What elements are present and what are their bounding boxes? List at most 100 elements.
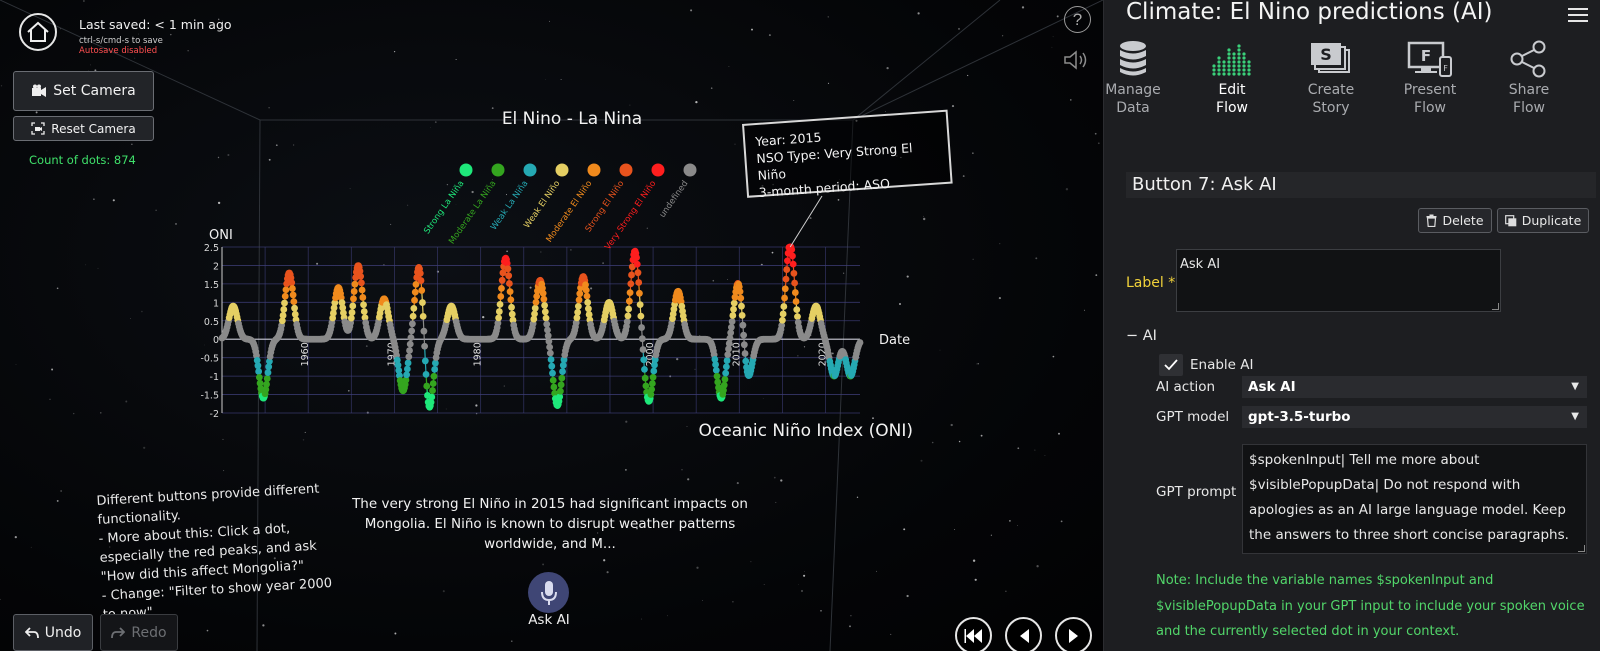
- oni-data-point[interactable]: [507, 296, 515, 304]
- oni-data-point[interactable]: [546, 343, 554, 351]
- oni-data-point[interactable]: [531, 304, 539, 312]
- oni-data-point[interactable]: [738, 302, 745, 310]
- oni-data-point[interactable]: [350, 288, 358, 295]
- oni-data-point[interactable]: [721, 375, 729, 383]
- oni-data-point[interactable]: [495, 308, 503, 315]
- legend-marker[interactable]: [491, 163, 505, 177]
- oni-data-point[interactable]: [429, 387, 436, 394]
- oni-data-point[interactable]: [781, 285, 789, 293]
- oni-data-point[interactable]: [411, 296, 418, 304]
- oni-data-point[interactable]: [289, 291, 297, 299]
- oni-data-point[interactable]: [742, 357, 750, 365]
- oni-data-point[interactable]: [417, 277, 425, 284]
- oni-data-point[interactable]: [575, 296, 583, 304]
- oni-data-point[interactable]: [532, 298, 540, 306]
- oni-data-point[interactable]: [548, 362, 556, 370]
- oni-data-point[interactable]: [740, 331, 748, 339]
- oni-data-point[interactable]: [739, 321, 747, 329]
- gpt-prompt-textarea[interactable]: $spokenInput| Tell me more about $visibl…: [1242, 444, 1587, 554]
- oni-data-point[interactable]: [411, 288, 419, 296]
- oni-data-point[interactable]: [635, 279, 643, 286]
- rewind-button[interactable]: [955, 617, 992, 651]
- oni-data-point[interactable]: [350, 295, 357, 303]
- oni-data-point[interactable]: [783, 266, 791, 273]
- oni-data-point[interactable]: [649, 373, 657, 381]
- manage-data-button[interactable]: Manage Data: [1088, 40, 1178, 117]
- oni-data-point[interactable]: [349, 302, 357, 310]
- resize-grip-icon[interactable]: [1578, 545, 1585, 552]
- oni-data-point[interactable]: [625, 297, 633, 305]
- oni-data-point[interactable]: [508, 303, 515, 311]
- oni-data-point[interactable]: [626, 289, 634, 297]
- oni-data-point[interactable]: [418, 287, 426, 294]
- oni-data-point[interactable]: [348, 309, 356, 316]
- oni-data-point[interactable]: [281, 292, 289, 300]
- 3d-viewport[interactable]: El Nino - La Nina 2.5 2 1.5 1 0.5 0 -0.5 -1 -1.5 -…: [0, 0, 1103, 651]
- oni-data-point[interactable]: [541, 308, 549, 316]
- oni-data-point[interactable]: [793, 306, 801, 314]
- oni-data-point[interactable]: [351, 280, 359, 288]
- oni-data-point[interactable]: [549, 376, 557, 384]
- oni-data-point[interactable]: [625, 305, 633, 313]
- oni-data-point[interactable]: [638, 335, 646, 343]
- oni-data-point[interactable]: [496, 300, 504, 308]
- oni-data-point[interactable]: [546, 349, 554, 357]
- gpt-model-select[interactable]: gpt-3.5-turbo ▼: [1242, 406, 1587, 428]
- oni-data-point[interactable]: [720, 381, 728, 389]
- oni-data-point[interactable]: [428, 393, 436, 401]
- create-story-button[interactable]: S Create Story: [1286, 40, 1376, 117]
- oni-data-point[interactable]: [784, 257, 791, 265]
- oni-data-point[interactable]: [574, 308, 582, 316]
- oni-data-point[interactable]: [288, 279, 296, 287]
- next-button[interactable]: [1055, 617, 1092, 651]
- delete-button[interactable]: Delete: [1418, 208, 1492, 233]
- oni-data-point[interactable]: [539, 289, 547, 297]
- oni-data-point[interactable]: [730, 299, 738, 307]
- legend-marker[interactable]: [555, 163, 569, 177]
- oni-data-point[interactable]: [430, 372, 438, 380]
- resize-grip-icon[interactable]: [1492, 303, 1499, 310]
- legend-marker[interactable]: [683, 163, 697, 177]
- oni-data-point[interactable]: [357, 279, 365, 287]
- legend-marker[interactable]: [523, 163, 537, 177]
- oni-data-point[interactable]: [633, 260, 641, 268]
- oni-data-point[interactable]: [740, 341, 748, 349]
- oni-data-point[interactable]: [279, 312, 287, 319]
- oni-data-point[interactable]: [583, 292, 591, 300]
- oni-data-point[interactable]: [638, 324, 645, 331]
- oni-data-point[interactable]: [712, 366, 720, 374]
- oni-data-point[interactable]: [409, 312, 417, 320]
- legend-marker[interactable]: [619, 163, 633, 177]
- oni-data-point[interactable]: [792, 298, 800, 305]
- undo-button[interactable]: Undo: [13, 614, 93, 651]
- ai-action-select[interactable]: Ask AI ▼: [1242, 376, 1587, 398]
- oni-data-point[interactable]: [505, 272, 513, 280]
- oni-data-point[interactable]: [405, 353, 413, 361]
- oni-data-point[interactable]: [410, 304, 418, 312]
- oni-data-point[interactable]: [547, 356, 555, 363]
- oni-data-point[interactable]: [558, 374, 566, 382]
- share-flow-button[interactable]: Share Flow: [1484, 40, 1574, 117]
- oni-data-point[interactable]: [263, 380, 270, 388]
- oni-data-point[interactable]: [585, 305, 592, 313]
- previous-button[interactable]: [1005, 617, 1042, 651]
- oni-data-point[interactable]: [281, 299, 288, 307]
- oni-data-point[interactable]: [408, 320, 416, 328]
- oni-data-point[interactable]: [794, 313, 801, 321]
- oni-data-point[interactable]: [431, 365, 439, 373]
- oni-data-point[interactable]: [633, 254, 640, 261]
- oni-data-point[interactable]: [359, 294, 367, 301]
- duplicate-button[interactable]: Duplicate: [1497, 208, 1589, 233]
- oni-data-point[interactable]: [642, 382, 650, 390]
- oni-data-point[interactable]: [404, 359, 412, 367]
- oni-data-point[interactable]: [641, 365, 648, 373]
- oni-data-point[interactable]: [730, 305, 737, 313]
- oni-data-point[interactable]: [789, 260, 797, 268]
- oni-data-point[interactable]: [403, 365, 411, 373]
- oni-data-point[interactable]: [650, 367, 658, 375]
- oni-data-point[interactable]: [648, 380, 656, 387]
- menu-icon[interactable]: [1568, 8, 1588, 22]
- oni-data-point[interactable]: [550, 383, 558, 391]
- oni-data-point[interactable]: [713, 372, 721, 380]
- oni-data-point[interactable]: [780, 303, 788, 310]
